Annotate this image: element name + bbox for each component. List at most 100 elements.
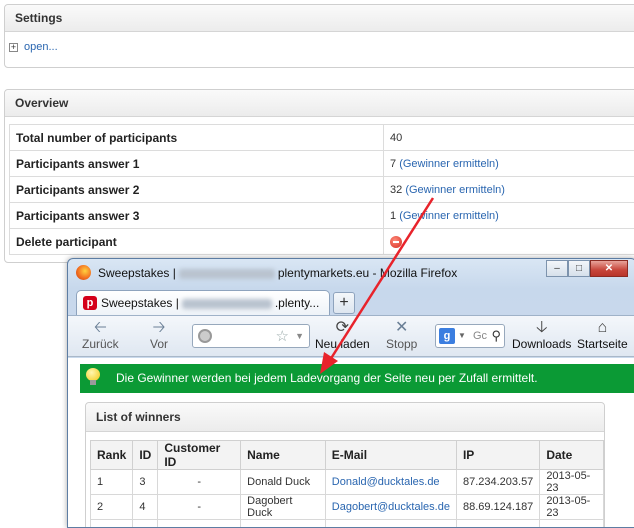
stop-icon: ✕ [386, 319, 417, 337]
ip-cell: 88.69.124.187 [456, 495, 539, 520]
lightbulb-icon [86, 368, 100, 385]
forward-label: Vor [150, 337, 168, 351]
row-value: 32 (Gewinner ermitteln) [384, 177, 634, 203]
reload-label: Neu laden [315, 337, 370, 351]
overview-panel: Overview Total number of participants 40… [4, 89, 634, 263]
column-header: Name [241, 441, 326, 470]
email-link[interactable]: Dagobert@ducktales.de [332, 501, 450, 513]
row-value [384, 229, 634, 255]
redacted-text [179, 269, 275, 279]
browser-tab[interactable]: p Sweepstakes | .plenty... [76, 290, 330, 315]
stop-label: Stopp [386, 337, 417, 351]
overview-heading: Overview [5, 90, 634, 117]
overview-table: Total number of participants 40 Particip… [9, 124, 634, 255]
search-input[interactable]: Gc [473, 330, 487, 342]
stop-button[interactable]: ✕ Stopp [386, 319, 417, 351]
tab-title-suffix: .plenty... [275, 296, 319, 310]
determine-winner-link[interactable]: (Gewinner ermitteln) [399, 210, 499, 222]
firefox-icon [76, 265, 91, 280]
download-arrow-icon: 🡣 [512, 319, 571, 337]
window-title-prefix: Sweepstakes | [98, 266, 176, 280]
forward-arrow-icon: 🡢 [150, 319, 168, 337]
table-row: 2 4 - Dagobert Duck Dagobert@ducktales.d… [91, 495, 604, 520]
answer-count: 7 [390, 158, 396, 170]
close-icon[interactable]: ✕ [590, 260, 628, 277]
date-cell: 2013-05-23 [540, 470, 604, 495]
maximize-icon[interactable]: □ [568, 260, 590, 277]
determine-winner-link[interactable]: (Gewinner ermitteln) [399, 158, 499, 170]
expand-icon[interactable]: + [9, 43, 18, 52]
answer-count: 1 [390, 210, 396, 222]
downloads-label: Downloads [512, 337, 571, 351]
name-cell: Dagobert Duck [241, 495, 326, 520]
open-link[interactable]: open... [24, 41, 58, 53]
row-value: 7 (Gewinner ermitteln) [384, 151, 634, 177]
table-row: Delete participant [10, 229, 634, 255]
answer-count: 32 [390, 184, 402, 196]
bookmark-star-icon[interactable]: ☆ [276, 327, 289, 345]
firefox-window: Sweepstakes | plentymarkets.eu - Mozilla … [67, 258, 634, 528]
table-row: Participants answer 3 1 (Gewinner ermitt… [10, 203, 634, 229]
table-row: Participants answer 2 32 (Gewinner ermit… [10, 177, 634, 203]
search-icon[interactable]: ⚲ [491, 328, 501, 344]
search-box[interactable]: g ▼ Gc ⚲ [435, 324, 505, 348]
date-cell: 2013-05-23 [540, 495, 604, 520]
customer-id-cell: - [158, 470, 241, 495]
ip-cell: 87.234.203.57 [456, 470, 539, 495]
table-row [91, 520, 604, 528]
customer-id-cell: - [158, 495, 241, 520]
back-label: Zurück [82, 337, 119, 351]
table-row: Total number of participants 40 [10, 125, 634, 151]
row-label: Participants answer 2 [10, 177, 384, 203]
id-cell: 4 [133, 495, 158, 520]
back-arrow-icon: 🡠 [82, 319, 119, 337]
id-cell: 3 [133, 470, 158, 495]
column-header: Rank [91, 441, 133, 470]
home-button[interactable]: ⌂ Startseite [577, 319, 628, 351]
column-header: IP [456, 441, 539, 470]
row-value: 40 [384, 125, 634, 151]
downloads-button[interactable]: 🡣 Downloads [512, 319, 571, 351]
table-row: Participants answer 1 7 (Gewinner ermitt… [10, 151, 634, 177]
determine-winner-link[interactable]: (Gewinner ermitteln) [405, 184, 505, 196]
window-title: Sweepstakes | plentymarkets.eu - Mozilla … [98, 266, 457, 280]
total-count: 40 [390, 132, 402, 144]
dropdown-icon[interactable]: ▼ [295, 331, 304, 341]
row-label: Participants answer 1 [10, 151, 384, 177]
winners-panel: List of winners Rank ID Customer ID Name… [85, 402, 605, 528]
page-content: Die Gewinner werden bei jedem Ladevorgan… [68, 358, 634, 528]
delete-icon[interactable] [390, 236, 402, 248]
navigation-toolbar: 🡠 Zurück 🡢 Vor ☆ ▼ ⟳ Neu laden ✕ Stopp g… [68, 315, 634, 357]
table-header-row: Rank ID Customer ID Name E-Mail IP Date [91, 441, 604, 470]
url-bar[interactable]: ☆ ▼ [192, 324, 310, 348]
row-label: Total number of participants [10, 125, 384, 151]
table-row: 1 3 - Donald Duck Donald@ducktales.de 87… [91, 470, 604, 495]
reload-button[interactable]: ⟳ Neu laden [315, 319, 370, 351]
minimize-icon[interactable]: – [546, 260, 568, 277]
settings-panel: Settings + open... [4, 4, 634, 68]
email-cell: Dagobert@ducktales.de [325, 495, 456, 520]
column-header: Date [540, 441, 604, 470]
rank-cell: 1 [91, 470, 133, 495]
engine-dropdown-icon[interactable]: ▼ [458, 331, 466, 340]
info-notice: Die Gewinner werden bei jedem Ladevorgan… [80, 364, 634, 393]
plentymarkets-icon: p [83, 296, 97, 310]
row-label: Delete participant [10, 229, 384, 255]
row-value: 1 (Gewinner ermitteln) [384, 203, 634, 229]
window-controls: – □ ✕ [546, 260, 628, 277]
back-button[interactable]: 🡠 Zurück [82, 319, 119, 351]
email-link[interactable]: Donald@ducktales.de [332, 476, 440, 488]
window-title-suffix: plentymarkets.eu - Mozilla Firefox [278, 266, 457, 280]
winners-table: Rank ID Customer ID Name E-Mail IP Date … [90, 440, 604, 528]
new-tab-button[interactable]: + [333, 292, 355, 314]
home-label: Startseite [577, 337, 628, 351]
email-cell: Donald@ducktales.de [325, 470, 456, 495]
column-header: ID [133, 441, 158, 470]
winners-heading: List of winners [86, 403, 604, 432]
globe-icon [198, 329, 212, 343]
forward-button[interactable]: 🡢 Vor [150, 319, 168, 351]
settings-open-toggle[interactable]: + open... [9, 41, 58, 53]
tab-title-prefix: Sweepstakes | [101, 296, 179, 310]
settings-heading: Settings [5, 5, 634, 32]
row-label: Participants answer 3 [10, 203, 384, 229]
